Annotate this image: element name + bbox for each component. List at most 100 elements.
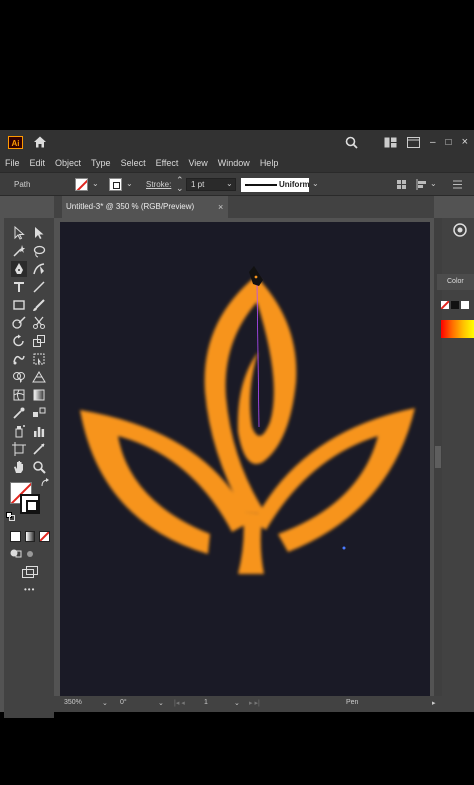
- current-tool-status: Pen: [346, 699, 359, 706]
- stroke-swatch[interactable]: [109, 178, 122, 191]
- fill-stroke-widget[interactable]: [10, 482, 50, 522]
- window-icon[interactable]: [406, 136, 420, 148]
- panel-menu-icon[interactable]: [452, 179, 463, 190]
- slice-tool-icon[interactable]: [32, 442, 46, 456]
- screen-mode-icon[interactable]: [22, 566, 38, 578]
- artboard-tool-icon[interactable]: [12, 442, 26, 456]
- free-transform-tool-icon[interactable]: [32, 352, 46, 366]
- artboard-number[interactable]: 1: [204, 699, 208, 706]
- column-graph-tool-icon[interactable]: [32, 424, 46, 438]
- artboard[interactable]: [60, 222, 430, 696]
- color-spectrum[interactable]: [441, 320, 474, 338]
- vertical-scrollbar[interactable]: [434, 218, 442, 698]
- properties-icon[interactable]: [452, 222, 468, 238]
- fill-dropdown-chevron-icon[interactable]: ⌄: [92, 179, 99, 188]
- arrange-icon[interactable]: [384, 137, 397, 148]
- menu-window[interactable]: Window: [213, 158, 255, 168]
- color-mode-icon[interactable]: [10, 531, 21, 542]
- align-chevron-icon[interactable]: ⌄: [430, 179, 437, 188]
- hand-tool-icon[interactable]: [12, 460, 26, 474]
- maximize-button[interactable]: □: [446, 137, 452, 148]
- document-tab[interactable]: Untitled-3* @ 350 % (RGB/Preview): [62, 196, 228, 218]
- artboard-chevron-icon[interactable]: ⌄: [234, 699, 240, 707]
- symbol-sprayer-tool-icon[interactable]: [12, 424, 26, 438]
- default-colors-icon[interactable]: [6, 512, 15, 521]
- zoom-level[interactable]: 350%: [64, 699, 82, 706]
- menu-view[interactable]: View: [183, 158, 212, 168]
- none-swatch[interactable]: [441, 301, 449, 309]
- rectangle-tool-icon[interactable]: [12, 298, 26, 312]
- blend-tool-icon[interactable]: [32, 406, 46, 420]
- eyedropper-tool-icon[interactable]: [12, 406, 26, 420]
- menu-effect[interactable]: Effect: [151, 158, 184, 168]
- mesh-tool-icon[interactable]: [12, 388, 26, 402]
- black-swatch[interactable]: [451, 301, 459, 309]
- stroke-swatch-large[interactable]: [20, 494, 40, 514]
- draw-mode-icon[interactable]: [10, 548, 22, 559]
- stroke-label[interactable]: Stroke:: [146, 180, 171, 189]
- zoom-tool-icon[interactable]: [32, 460, 46, 474]
- color-panel-tab[interactable]: Color: [437, 274, 474, 290]
- close-tab-icon[interactable]: ×: [218, 196, 223, 218]
- transform-icon[interactable]: [396, 179, 407, 190]
- direct-selection-tool-icon[interactable]: [32, 226, 46, 240]
- status-menu-icon[interactable]: ▸: [432, 699, 436, 707]
- line-tool-icon[interactable]: [32, 280, 46, 294]
- stroke-weight-chevron-icon[interactable]: ⌄: [226, 179, 233, 188]
- menu-object[interactable]: Object: [50, 158, 86, 168]
- gradient-tool-icon[interactable]: [32, 388, 46, 402]
- swap-fill-stroke-icon[interactable]: [40, 478, 50, 488]
- gradient-mode-icon[interactable]: [24, 531, 36, 542]
- first-artboard-icon[interactable]: |◂ ◂: [174, 699, 185, 707]
- type-tool-icon[interactable]: [12, 280, 26, 294]
- align-icon[interactable]: [416, 179, 427, 190]
- draw-behind-icon[interactable]: [26, 550, 34, 558]
- edit-toolbar-icon[interactable]: •••: [24, 585, 35, 594]
- perspective-grid-tool-icon[interactable]: [32, 370, 46, 384]
- paintbrush-tool-icon[interactable]: [32, 298, 46, 312]
- tools-panel: •••: [4, 218, 54, 718]
- shape-builder-tool-icon[interactable]: [12, 370, 26, 384]
- fill-swatch[interactable]: [75, 178, 88, 191]
- minimize-button[interactable]: –: [430, 137, 436, 148]
- right-panel-strip: [442, 218, 474, 712]
- home-icon[interactable]: [33, 135, 47, 149]
- lasso-tool-icon[interactable]: [32, 244, 46, 258]
- control-bar: Path ⌄ ⌄ Stroke: ⌃ ⌄ 1 pt ⌄ Uniform ⌄ ⌄: [0, 172, 474, 196]
- menu-help[interactable]: Help: [255, 158, 284, 168]
- title-bar: Ai – □ ×: [0, 130, 474, 154]
- last-artboard-icon[interactable]: ▸ ▸|: [249, 699, 260, 707]
- scrollbar-thumb[interactable]: [435, 446, 441, 468]
- menu-file[interactable]: File: [0, 158, 25, 168]
- zoom-chevron-icon[interactable]: ⌄: [102, 699, 108, 707]
- artwork[interactable]: [60, 222, 430, 696]
- shaper-tool-icon[interactable]: [12, 316, 26, 330]
- scale-tool-icon[interactable]: [32, 334, 46, 348]
- rotation-chevron-icon[interactable]: ⌄: [158, 699, 164, 707]
- plant-logo-shape[interactable]: [80, 276, 415, 574]
- selection-tool-icon[interactable]: [12, 226, 26, 240]
- rotation-value[interactable]: 0°: [120, 699, 127, 706]
- scissors-tool-icon[interactable]: [32, 316, 46, 330]
- canvas-area[interactable]: [54, 218, 434, 696]
- pen-tool-selected[interactable]: [11, 261, 27, 277]
- curvature-tool-icon[interactable]: [32, 262, 46, 276]
- rotate-tool-icon[interactable]: [12, 334, 26, 348]
- stroke-stepper[interactable]: ⌃ ⌄: [176, 176, 184, 193]
- magic-wand-tool-icon[interactable]: [12, 244, 26, 258]
- anchor-point[interactable]: [342, 546, 346, 550]
- stroke-dropdown-chevron-icon[interactable]: ⌄: [126, 179, 133, 188]
- close-button[interactable]: ×: [462, 136, 468, 148]
- white-swatch[interactable]: [461, 301, 469, 309]
- app-logo: Ai: [8, 136, 23, 149]
- menu-type[interactable]: Type: [86, 158, 116, 168]
- stroke-profile-select[interactable]: Uniform: [241, 178, 310, 192]
- color-panel-swatches: [440, 300, 474, 312]
- warp-tool-icon[interactable]: [12, 352, 26, 366]
- menu-edit[interactable]: Edit: [25, 158, 51, 168]
- menu-select[interactable]: Select: [116, 158, 151, 168]
- document-tab-title: Untitled-3* @ 350 % (RGB/Preview): [66, 202, 195, 211]
- none-mode-icon[interactable]: [39, 531, 51, 542]
- search-icon[interactable]: [345, 136, 358, 149]
- profile-chevron-icon[interactable]: ⌄: [312, 179, 319, 188]
